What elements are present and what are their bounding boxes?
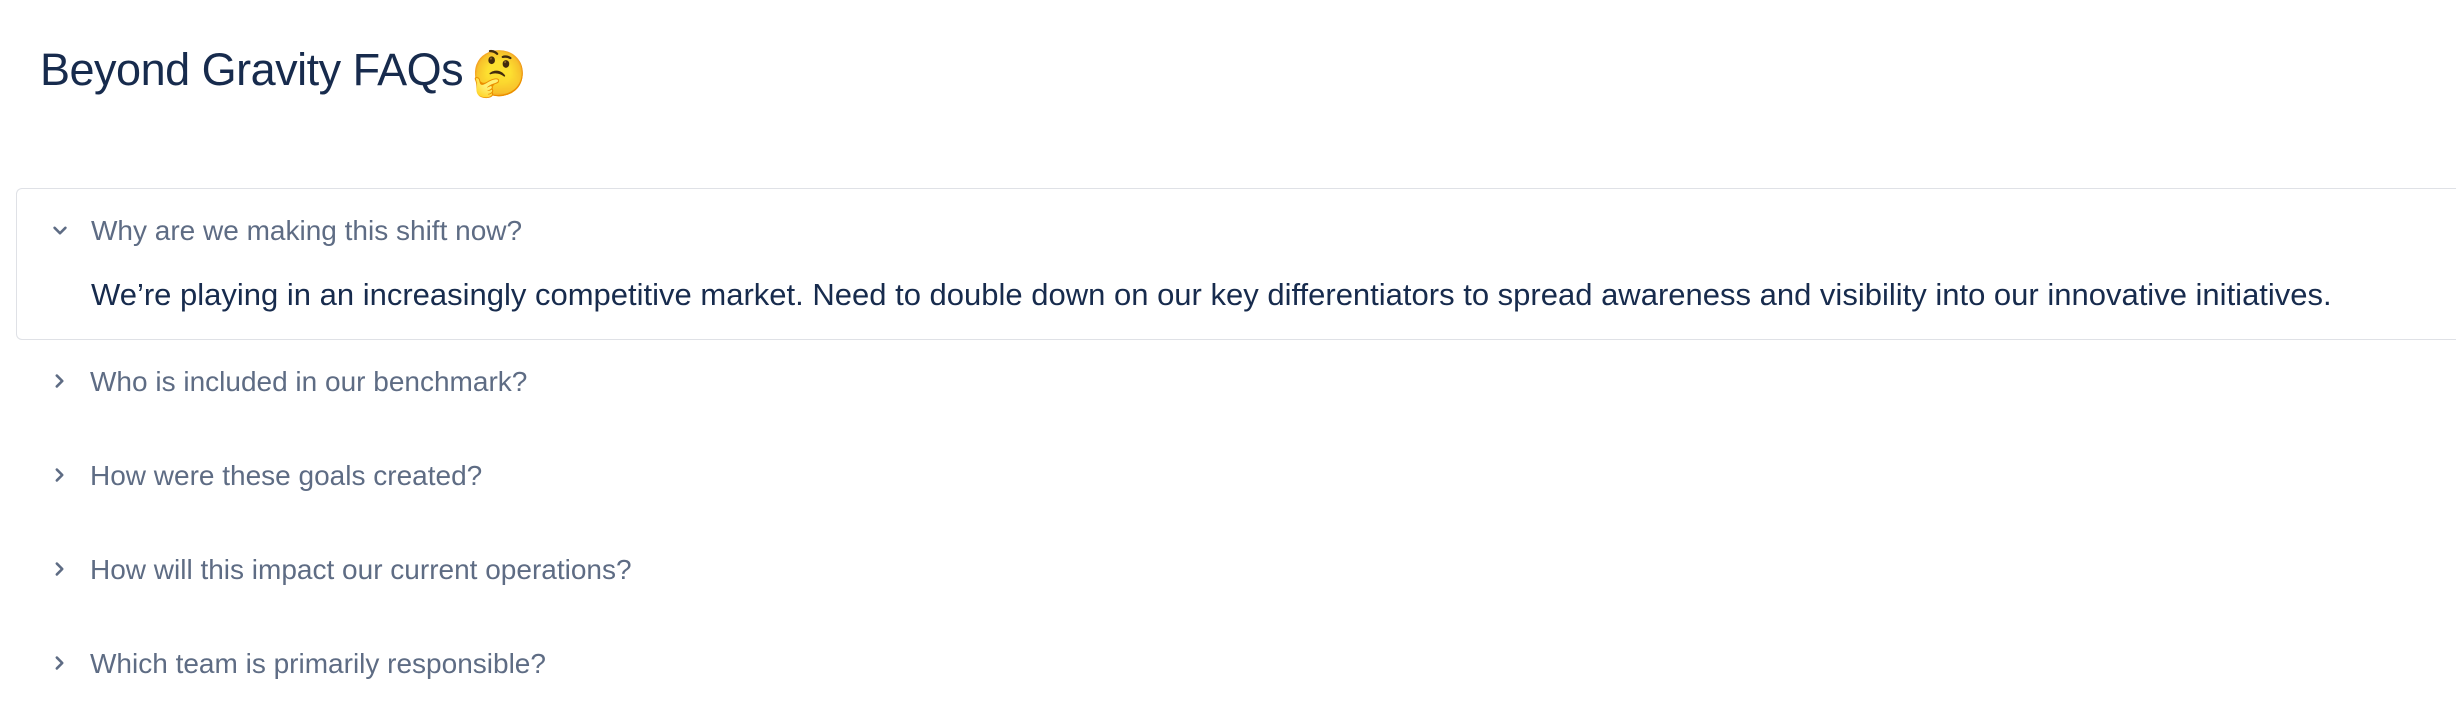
faq-toggle[interactable]: Why are we making this shift now? (17, 189, 2456, 269)
page: Beyond Gravity FAQs 🤔 Why are we making t… (0, 0, 2456, 728)
faq-question: Who is included in our benchmark? (90, 366, 528, 397)
chevron-down-icon (53, 226, 67, 235)
chevron-right-icon (55, 562, 64, 576)
faq-question: How will this impact our current operati… (90, 554, 632, 585)
chevron-right-icon (55, 468, 64, 482)
faq-question: How were these goals created? (90, 460, 483, 491)
chevron-right-icon (55, 656, 64, 670)
faq-toggle[interactable]: How were these goals created? (16, 434, 2456, 514)
page-title-text: Beyond Gravity FAQs (40, 44, 464, 95)
faq-answer: We’re playing in an increasingly competi… (91, 277, 2332, 312)
thinking-face-emoji-icon: 🤔 (471, 48, 527, 99)
faq-toggle[interactable]: How will this impact our current operati… (16, 528, 2456, 608)
faq-question: Which team is primarily responsible? (90, 648, 546, 679)
faq-item: Who is included in our benchmark? (16, 340, 2456, 434)
faq-item: How were these goals created? (16, 434, 2456, 528)
faq-item-expanded: Why are we making this shift now? We’re … (16, 188, 2456, 340)
faq-toggle[interactable]: Who is included in our benchmark? (16, 340, 2456, 420)
faq-toggle[interactable]: Which team is primarily responsible? (16, 622, 2456, 702)
page-title: Beyond Gravity FAQs 🤔 (40, 44, 527, 100)
faq-item: Which team is primarily responsible? (16, 622, 2456, 716)
chevron-right-icon (55, 374, 64, 388)
faq-list: Why are we making this shift now? We’re … (16, 188, 2456, 716)
faq-question: Why are we making this shift now? (91, 215, 523, 246)
faq-item: How will this impact our current operati… (16, 528, 2456, 622)
